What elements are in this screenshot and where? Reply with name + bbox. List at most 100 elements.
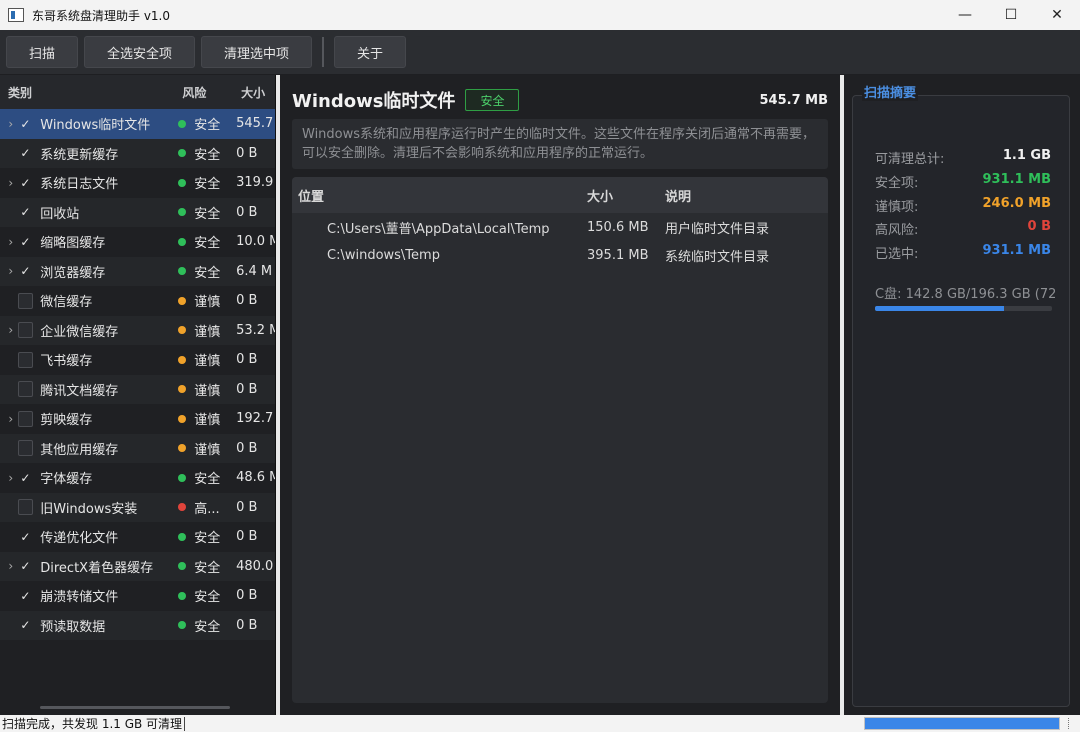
row-risk: 安全 (194, 177, 221, 193)
risk-badge: 安全 (465, 89, 520, 111)
expand-arrow-icon[interactable]: › (0, 235, 18, 249)
stat-selected: 已选中: 931.1 MB (875, 243, 1051, 262)
header-risk[interactable]: 风险 (182, 84, 241, 101)
row-checkbox[interactable]: ✓ (18, 470, 34, 486)
toolbar-separator (322, 37, 325, 67)
tree-row[interactable]: 旧Windows安装 高... 0 B (0, 492, 275, 522)
detail-title: Windows临时文件 (292, 91, 456, 112)
row-size: 10.0 M (236, 234, 275, 250)
row-checkbox[interactable]: ✓ (18, 234, 34, 250)
row-checkbox[interactable]: ✓ (18, 263, 34, 279)
row-risk: 安全 (194, 560, 221, 576)
category-tree[interactable]: 类别 风险 大小 › ✓ Windows临时文件 安全 545.7 ✓ 系统更新缓存 安全 0 … (0, 75, 276, 715)
tree-row[interactable]: ✓ 回收站 安全 0 B (0, 197, 275, 227)
row-checkbox[interactable]: ✓ (18, 588, 34, 604)
row-checkbox[interactable]: ✓ (18, 204, 34, 220)
row-checkbox[interactable]: ✓ (18, 617, 34, 633)
row-risk: 安全 (194, 265, 221, 281)
disk-usage-label: C盘: 142.8 GB/196.3 GB (72 (875, 287, 1055, 302)
clean-selected-button[interactable]: 清理选中项 (201, 36, 313, 68)
detail-panel: Windows临时文件 安全 545.7 MB Windows系统和应用程序运行… (280, 75, 840, 715)
expand-arrow-icon[interactable]: › (0, 412, 18, 426)
tree-row[interactable]: › ✓ DirectX着色器缓存 安全 480.0 (0, 551, 275, 581)
tree-row[interactable]: 其他应用缓存 谨慎 0 B (0, 433, 275, 463)
expand-arrow-icon[interactable]: › (0, 117, 18, 131)
header-note[interactable]: 说明 (665, 186, 825, 205)
disk-usage-bar (875, 306, 1052, 311)
location-table[interactable]: 位置 大小 说明 C:\Users\蕫普\AppData\Local\Temp … (292, 177, 828, 703)
row-name: 回收站 (40, 206, 80, 222)
tree-row[interactable]: › ✓ 系统日志文件 安全 319.9 (0, 168, 275, 198)
scan-button[interactable]: 扫描 (6, 36, 79, 68)
row-size: 0 B (236, 529, 258, 545)
tree-row[interactable]: 飞书缓存 谨慎 0 B (0, 345, 275, 375)
stat-high-value: 0 B (1027, 219, 1051, 234)
tree-row[interactable]: 腾讯文档缓存 谨慎 0 B (0, 374, 275, 404)
row-checkbox[interactable] (17, 410, 34, 427)
row-checkbox[interactable] (17, 381, 34, 398)
tree-row[interactable]: ✓ 传递优化文件 安全 0 B (0, 522, 275, 552)
row-name: 预读取数据 (40, 619, 106, 635)
close-icon[interactable]: ✕ (1034, 0, 1080, 30)
select-safe-button[interactable]: 全选安全项 (84, 36, 196, 68)
tree-row[interactable]: › ✓ Windows临时文件 安全 545.7 (0, 109, 275, 139)
cell-location: C:\Users\蕫普\AppData\Local\Temp (327, 221, 550, 237)
about-button[interactable]: 关于 (334, 36, 407, 68)
expand-arrow-icon[interactable]: › (0, 323, 18, 337)
row-checkbox[interactable] (17, 322, 34, 339)
row-checkbox[interactable]: ✓ (18, 529, 34, 545)
expand-arrow-icon[interactable]: › (0, 176, 18, 190)
tree-row[interactable]: ✓ 系统更新缓存 安全 0 B (0, 138, 275, 168)
tree-row[interactable]: ✓ 预读取数据 安全 0 B (0, 610, 275, 640)
horizontal-scrollbar[interactable] (40, 706, 230, 709)
row-checkbox[interactable] (17, 351, 34, 368)
stat-caution-label: 谨慎项: (875, 200, 919, 215)
maximize-icon[interactable]: ☐ (988, 0, 1034, 30)
row-checkbox[interactable]: ✓ (18, 116, 34, 132)
stat-high-label: 高风险: (875, 223, 919, 238)
risk-dot-icon (178, 208, 187, 217)
table-row[interactable]: C:\Users\蕫普\AppData\Local\Temp 150.6 MB … (292, 213, 828, 241)
row-risk: 安全 (194, 147, 221, 163)
tree-row[interactable]: ›✓ 字体缓存 安全 48.6 M (0, 463, 275, 493)
row-risk: 安全 (194, 118, 221, 134)
risk-dot-icon (178, 503, 187, 512)
detail-header: Windows临时文件 安全 545.7 MB (292, 87, 828, 113)
stat-total: 可清理总计: 1.1 GB (875, 148, 1051, 167)
row-size: 0 B (236, 204, 258, 220)
resize-grip-icon[interactable] (1068, 718, 1076, 729)
row-checkbox[interactable]: ✓ (18, 558, 34, 574)
row-checkbox[interactable] (17, 292, 34, 309)
status-bar: 扫描完成，共发现 1.1 GB 可清理 (0, 715, 1080, 732)
tree-row[interactable]: › 剪映缓存 谨慎 192.7 (0, 404, 275, 434)
row-risk: 高... (194, 501, 220, 517)
header-category[interactable]: 类别 (0, 84, 182, 101)
stat-total-label: 可清理总计: (875, 152, 945, 167)
row-name: 企业微信缓存 (40, 324, 119, 340)
header-location[interactable]: 位置 (292, 186, 587, 205)
header-size[interactable]: 大小 (241, 84, 275, 101)
expand-arrow-icon[interactable]: › (0, 264, 18, 278)
stat-high: 高风险: 0 B (875, 219, 1051, 238)
tree-row[interactable]: ✓ 崩溃转储文件 安全 0 B (0, 581, 275, 611)
expand-arrow-icon[interactable]: › (0, 559, 18, 573)
detail-description: Windows系统和应用程序运行时产生的临时文件。这些文件在程序关闭后通常不再需… (292, 119, 828, 169)
row-checkbox[interactable] (17, 440, 34, 457)
tree-row[interactable]: › ✓ 浏览器缓存 安全 6.4 M (0, 256, 275, 286)
row-size: 480.0 (236, 558, 274, 574)
risk-dot-icon (178, 621, 187, 630)
row-checkbox[interactable]: ✓ (18, 145, 34, 161)
tree-header: 类别 风险 大小 (0, 75, 275, 109)
row-size: 6.4 M (236, 263, 273, 279)
row-checkbox[interactable] (17, 499, 34, 516)
stat-total-value: 1.1 GB (1002, 148, 1051, 163)
table-row[interactable]: C:\windows\Temp 395.1 MB 系统临时文件目录 (292, 241, 828, 269)
expand-arrow-icon[interactable]: › (0, 471, 18, 485)
row-checkbox[interactable]: ✓ (18, 175, 34, 191)
header-size[interactable]: 大小 (587, 186, 665, 205)
tree-row[interactable]: › 企业微信缓存 谨慎 53.2 M (0, 315, 275, 345)
tree-row[interactable]: ›✓ 缩略图缓存 安全 10.0 M (0, 227, 275, 257)
tree-row[interactable]: 微信缓存 谨慎 0 B (0, 286, 275, 316)
tree-rows: › ✓ Windows临时文件 安全 545.7 ✓ 系统更新缓存 安全 0 B › ✓ 系统日志文件… (0, 109, 275, 640)
minimize-icon[interactable]: — (942, 0, 988, 30)
